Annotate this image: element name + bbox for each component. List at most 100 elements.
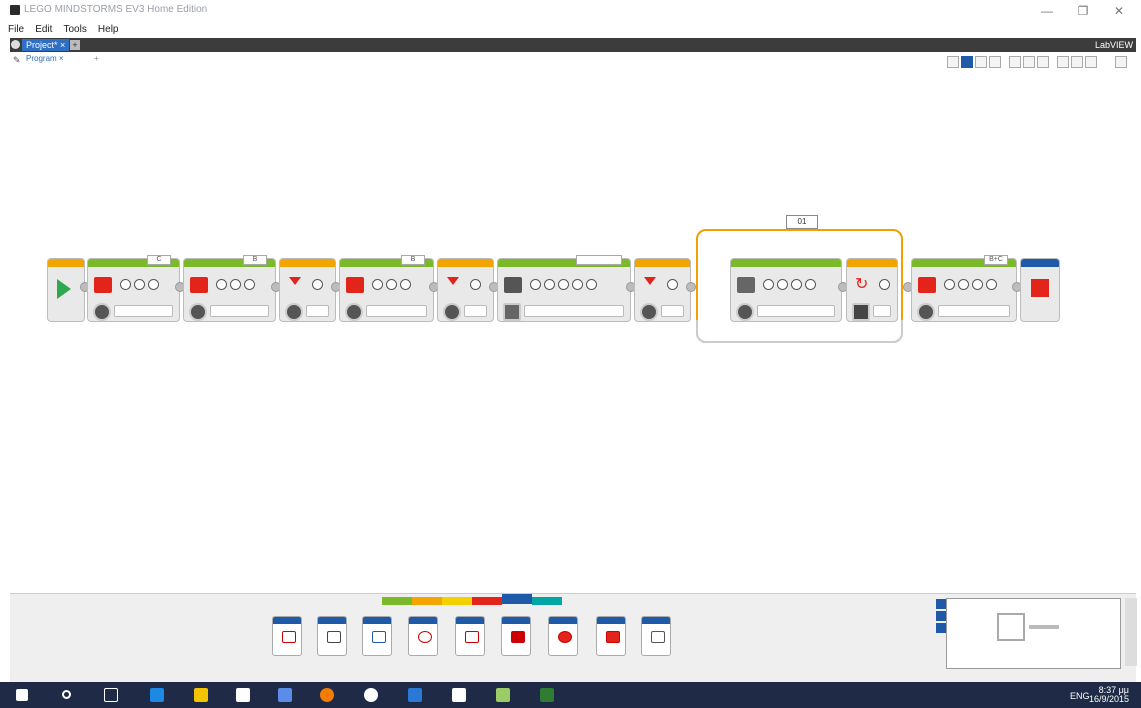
display-block[interactable]	[497, 255, 631, 322]
mode-selector[interactable]	[736, 303, 754, 321]
file-name-field[interactable]	[576, 255, 622, 265]
comment-tool-icon[interactable]	[989, 56, 1001, 68]
palette-tab-myblocks[interactable]	[532, 597, 562, 605]
zoom-reset-icon[interactable]	[1085, 56, 1097, 68]
loop-name-label[interactable]: 01	[786, 215, 818, 229]
brick-info-icon[interactable]	[936, 599, 946, 609]
palette-tab-flow[interactable]	[412, 597, 442, 605]
windows-start-icon[interactable]	[16, 689, 28, 701]
edge-icon[interactable]	[150, 688, 164, 702]
palette-tab-sensor[interactable]	[442, 597, 472, 605]
close-button[interactable]: ✕	[1104, 2, 1134, 20]
parameter-field[interactable]	[464, 305, 487, 317]
bluetooth-icon[interactable]	[408, 616, 438, 656]
chrome-icon[interactable]	[364, 688, 378, 702]
port-selector[interactable]: B	[243, 255, 267, 265]
hardware-page-icon[interactable]	[1115, 56, 1127, 68]
clock[interactable]: 8:37 μμ 16/9/2015	[1089, 686, 1129, 704]
minimize-button[interactable]: —	[1032, 2, 1062, 20]
firefox-icon[interactable]	[320, 688, 334, 702]
mode-selector[interactable]	[503, 303, 521, 321]
large-motor-block[interactable]: C	[87, 255, 180, 322]
mode-selector[interactable]	[443, 303, 461, 321]
excel-icon[interactable]	[540, 688, 554, 702]
add-project-button[interactable]: +	[70, 40, 80, 50]
word-icon[interactable]	[408, 688, 422, 702]
wait-block[interactable]	[437, 258, 494, 322]
menu-tools[interactable]: Tools	[63, 22, 86, 38]
mode-selector[interactable]	[189, 303, 207, 321]
parameter-field[interactable]	[524, 305, 624, 317]
comment-icon[interactable]	[947, 56, 959, 68]
large-motor-block[interactable]: B	[339, 255, 434, 322]
mail-icon[interactable]	[452, 688, 466, 702]
tab-project[interactable]: Project* ×	[22, 39, 70, 51]
menu-help[interactable]: Help	[98, 22, 119, 38]
parameter-field[interactable]	[938, 305, 1010, 317]
mode-selector[interactable]	[917, 303, 935, 321]
file-explorer-icon[interactable]	[194, 688, 208, 702]
mode-selector[interactable]	[640, 303, 658, 321]
search-icon[interactable]	[62, 690, 71, 699]
task-view-icon[interactable]	[104, 688, 118, 702]
keep-awake-icon[interactable]	[455, 616, 485, 656]
gear-icon[interactable]	[11, 40, 20, 49]
labview-button[interactable]: LabVIEW	[1095, 39, 1133, 51]
parameter-field[interactable]	[210, 305, 269, 317]
download-run-buttons[interactable]	[1125, 598, 1137, 666]
stop-program-icon[interactable]	[641, 616, 671, 656]
app-icon[interactable]	[496, 688, 510, 702]
programming-canvas[interactable]	[10, 88, 1136, 593]
port-view-icon[interactable]	[936, 611, 946, 621]
parameter-field[interactable]	[661, 305, 684, 317]
parameter-field[interactable]	[757, 305, 835, 317]
app-icon[interactable]	[278, 688, 292, 702]
wait-block[interactable]	[279, 258, 336, 322]
port-selector[interactable]: B	[401, 255, 425, 265]
messaging-icon[interactable]	[362, 616, 392, 656]
invert-motor-icon[interactable]	[596, 616, 626, 656]
mode-selector[interactable]	[345, 303, 363, 321]
move-tank-block[interactable]: B+C	[911, 255, 1017, 322]
store-icon[interactable]	[236, 688, 250, 702]
pan-icon[interactable]	[975, 56, 987, 68]
zoom-in-icon[interactable]	[1057, 56, 1069, 68]
palette-tab-action[interactable]	[382, 597, 412, 605]
menu-file[interactable]: File	[8, 22, 24, 38]
unregulated-motor-icon[interactable]	[548, 616, 578, 656]
save-icon[interactable]	[1009, 56, 1021, 68]
wait-block[interactable]	[634, 258, 691, 322]
add-program-button[interactable]: +	[94, 54, 99, 63]
select-icon[interactable]	[961, 56, 973, 68]
available-bricks-icon[interactable]	[936, 623, 946, 633]
tab-project-close[interactable]: ×	[60, 40, 65, 50]
undo-icon[interactable]	[1023, 56, 1035, 68]
tab-program[interactable]: Program ×	[26, 54, 64, 63]
parameter-field[interactable]	[366, 305, 427, 317]
port-selector[interactable]: B+C	[984, 255, 1008, 265]
redo-icon[interactable]	[1037, 56, 1049, 68]
tab-program-close[interactable]: ×	[59, 54, 64, 63]
parameter-field[interactable]	[306, 305, 329, 317]
palette-tab-advanced[interactable]	[502, 594, 532, 604]
palette-tab-data[interactable]	[472, 597, 502, 605]
switch-block[interactable]: ↻	[846, 258, 898, 322]
parameter-field[interactable]	[114, 305, 173, 317]
maximize-button[interactable]: ❐	[1068, 2, 1098, 20]
wrench-icon[interactable]: ✎	[13, 55, 21, 66]
mode-selector[interactable]	[852, 303, 870, 321]
port-selector[interactable]: C	[147, 255, 171, 265]
menu-edit[interactable]: Edit	[35, 22, 52, 38]
zoom-out-icon[interactable]	[1071, 56, 1083, 68]
mode-selector[interactable]	[285, 303, 303, 321]
large-motor-block[interactable]: B	[183, 255, 276, 322]
mode-selector[interactable]	[93, 303, 111, 321]
file-access-icon[interactable]	[272, 616, 302, 656]
parameter-field[interactable]	[873, 305, 891, 317]
ultrasonic-sensor-block[interactable]	[730, 258, 842, 322]
raw-sensor-icon[interactable]	[501, 616, 531, 656]
language-indicator[interactable]: ENG	[1070, 691, 1090, 701]
data-logging-icon[interactable]	[317, 616, 347, 656]
start-block[interactable]	[47, 258, 85, 322]
stop-block[interactable]	[1020, 258, 1060, 322]
